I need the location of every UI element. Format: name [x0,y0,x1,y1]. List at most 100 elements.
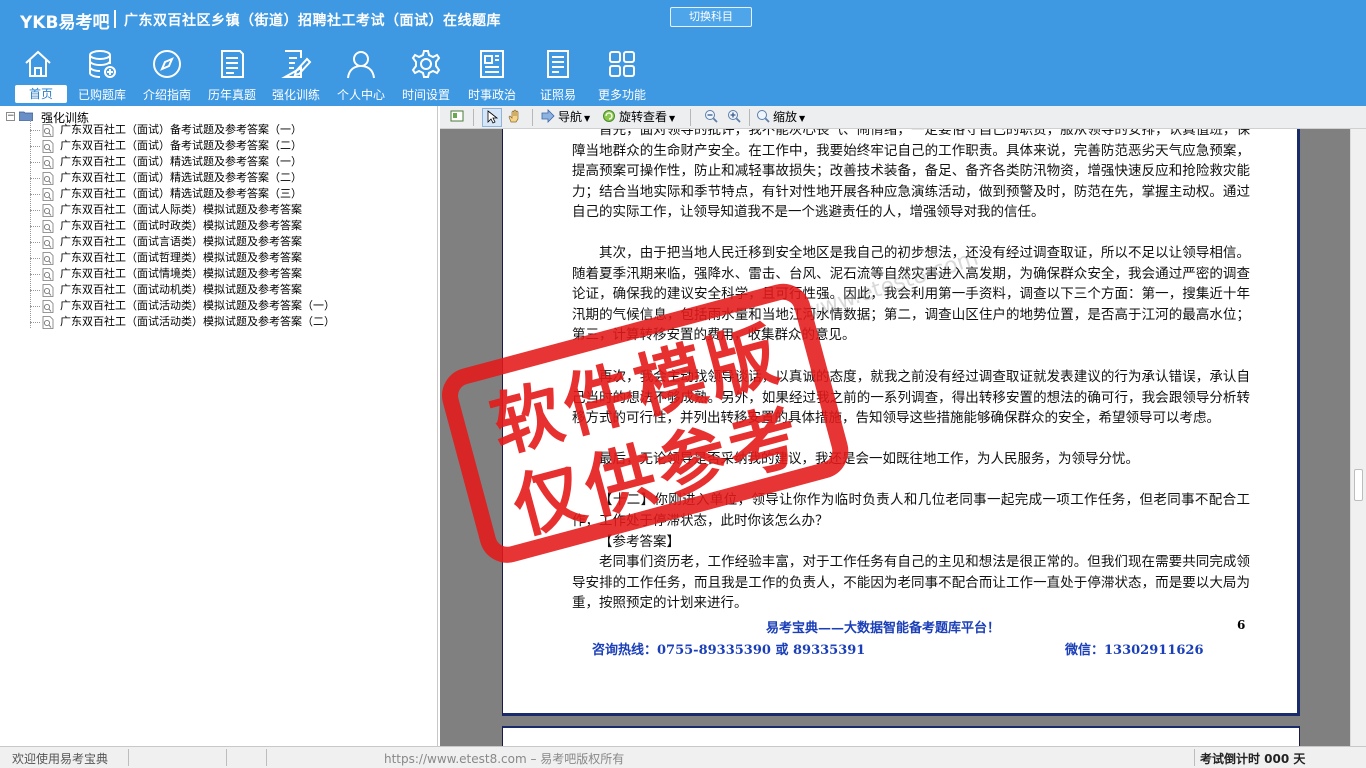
app-title: 广东双百社区乡镇（街道）招聘社工考试（面试）在线题库 [124,13,501,29]
tree-item-label: 广东双百社工（面试言语类）模拟试题及参考答案 [60,235,302,248]
nav-item-past-exams[interactable]: 历年真题 [201,46,263,104]
tree-collapse-toggle[interactable]: − [6,112,15,121]
select-tool-button[interactable] [482,108,502,127]
nav-item-current-affairs[interactable]: 时事政治 [461,46,523,104]
hand-tool-button[interactable] [507,108,524,127]
grid-icon [606,48,638,80]
document-viewer[interactable]: 首先，面对领导的批评，我不能灰心丧气、闹情绪，一定要恪守自己的职责，服从领导的安… [440,129,1366,746]
reference-answer-text: 老同事们资历老，工作经验丰富，对于工作任务有自己的主见和想法是很正常的。但我们现… [572,554,1250,612]
page-footer-slogan: 易考宝典——大数据智能备考题库平台！ [765,621,1000,636]
header-bar: YKB易考吧 广东双百社区乡镇（街道）招聘社工考试（面试）在线题库 切换科目 首… [0,0,1366,106]
exam-document-icon [42,252,54,265]
status-copyright-url: https://www.etest8.com – 易考吧版权所有 [384,752,625,766]
answer-paragraph-last: 最后，无论领导是否采纳我的建议，我还是会一如既往地工作，为人民服务，为领导分忧。 [599,451,1139,467]
question-twelve: 【十二】你刚进入单位，领导让你作为临时负责人和几位老同事一起完成一项工作任务，但… [572,492,1250,529]
status-bar: 欢迎使用易考宝典 https://www.etest8.com – 易考吧版权所… [0,746,1366,768]
answer-paragraph-second: 其次，由于把当地人民迁移到安全地区是我自己的初步想法，还没有经过调查取证，所以不… [572,245,1250,344]
tree-connector-line [30,120,31,328]
viewer-scrollbar[interactable] [1350,129,1366,746]
nav-item-personal[interactable]: 个人中心 [330,46,392,104]
question-tree-pane: − 强化训练 广东双百社工（面试）备考试题及参考答案（一） 广东双百社工（面试）备… [0,106,438,746]
nav-item-purchased[interactable]: 已购题库 [71,46,133,104]
status-separator [1194,749,1195,766]
nav-label-purchased: 已购题库 [77,88,126,102]
tree-connector-line [30,290,40,291]
nav-item-more[interactable]: 更多功能 [591,46,653,104]
hand-icon [508,109,519,123]
tree-connector-line [30,162,40,163]
reference-answer-heading: 【参考答案】 [599,534,680,550]
exam-document-icon [42,300,54,313]
tree-item-label: 广东双百社工（面试人际类）模拟试题及参考答案 [60,203,302,216]
nav-label-more: 更多功能 [597,88,646,102]
toolbar-separator [749,109,750,126]
status-separator [226,749,227,766]
tree-connector-line [30,178,40,179]
tree-connector-line [30,306,40,307]
caret-down-icon: ▼ [669,114,676,123]
nav-label-training: 强化训练 [271,88,320,102]
navigation-dropdown[interactable]: 导航 ▼ [541,108,590,127]
tree-connector-line [30,274,40,275]
tree-connector-line [30,210,40,211]
nav-item-training[interactable]: 强化训练 [265,46,327,104]
thumbnail-toggle-button[interactable] [450,108,467,127]
status-separator [266,749,267,766]
tree-item-label: 广东双百社工（面试活动类）模拟试题及参考答案（一） [60,299,335,312]
tree-connector-line [30,194,40,195]
tree-item-label: 广东双百社工（面试）备考试题及参考答案（一） [60,123,302,136]
nav-label-guide: 介绍指南 [142,88,191,102]
nav-label-home: 首页 [15,85,67,103]
navigation-icon [541,109,555,123]
zoom-in-button[interactable] [727,108,744,127]
caret-down-icon: ▼ [799,114,806,123]
rotate-view-dropdown[interactable]: 旋转查看 ▼ [602,108,675,127]
tree-item-label: 广东双百社工（面试）精选试题及参考答案（二） [60,171,302,184]
nav-item-time-settings[interactable]: 时间设置 [395,46,457,104]
tree-connector-line [30,146,40,147]
exam-document-icon [42,172,54,185]
nav-item-certificate[interactable]: 证照易 [527,46,589,104]
viewer-toolbar: 导航 ▼ 旋转查看 ▼ 缩放 ▼ [440,106,1366,129]
tree-item-label: 广东双百社工（面试活动类）模拟试题及参考答案（二） [60,315,335,328]
caret-down-icon: ▼ [584,114,591,123]
rotate-icon [603,110,615,122]
home-icon [22,48,54,80]
exam-document-icon [42,220,54,233]
exam-document-icon [42,156,54,169]
exam-document-icon [42,140,54,153]
zoom-dropdown[interactable]: 缩放 ▼ [756,108,805,127]
zoom-in-icon [728,110,741,123]
main-nav: 首页 已购题库 介绍指南 历年真题 强化训练 个人中心 时间设置 时事政治 证照… [0,46,700,104]
tree-connector-line [30,226,40,227]
brand-logo: YKB易考吧 [20,13,110,33]
gear-icon [410,48,442,80]
zoom-out-icon [705,110,718,123]
status-separator [128,749,129,766]
edit-document-icon [280,48,312,80]
exam-document-icon [42,124,54,137]
tree-item-label: 广东双百社工（面试情境类）模拟试题及参考答案 [60,267,302,280]
certificate-icon [542,48,574,80]
nav-label-certificate: 证照易 [539,88,576,102]
exam-countdown: 考试倒计时 000 天 [1200,752,1306,766]
zoom-label: 缩放 [773,110,798,124]
answer-paragraph-third: 再次，我会主动找领导谈话，以真诚的态度，就我之前没有经过调查取证就发表建议的行为… [572,369,1250,427]
status-welcome-text: 欢迎使用易考宝典 [12,752,109,766]
user-icon [345,48,377,80]
nav-item-home[interactable]: 首页 [7,46,69,104]
nav-item-guide[interactable]: 介绍指南 [136,46,198,104]
exam-document-icon [42,268,54,281]
nav-label-time-settings: 时间设置 [401,88,450,102]
toolbar-separator [690,109,691,126]
switch-subject-button[interactable]: 切换科目 [670,7,752,27]
zoom-out-button[interactable] [704,108,721,127]
scrollbar-thumb[interactable] [1354,469,1363,501]
compass-icon [151,48,183,80]
exam-document-icon [42,204,54,217]
document-list-icon [216,48,248,80]
toolbar-separator [473,109,474,126]
tree-item-label: 广东双百社工（面试）精选试题及参考答案（三） [60,187,302,200]
tree-item-label: 广东双百社工（面试）精选试题及参考答案（一） [60,155,302,168]
tree-connector-line [30,130,40,131]
